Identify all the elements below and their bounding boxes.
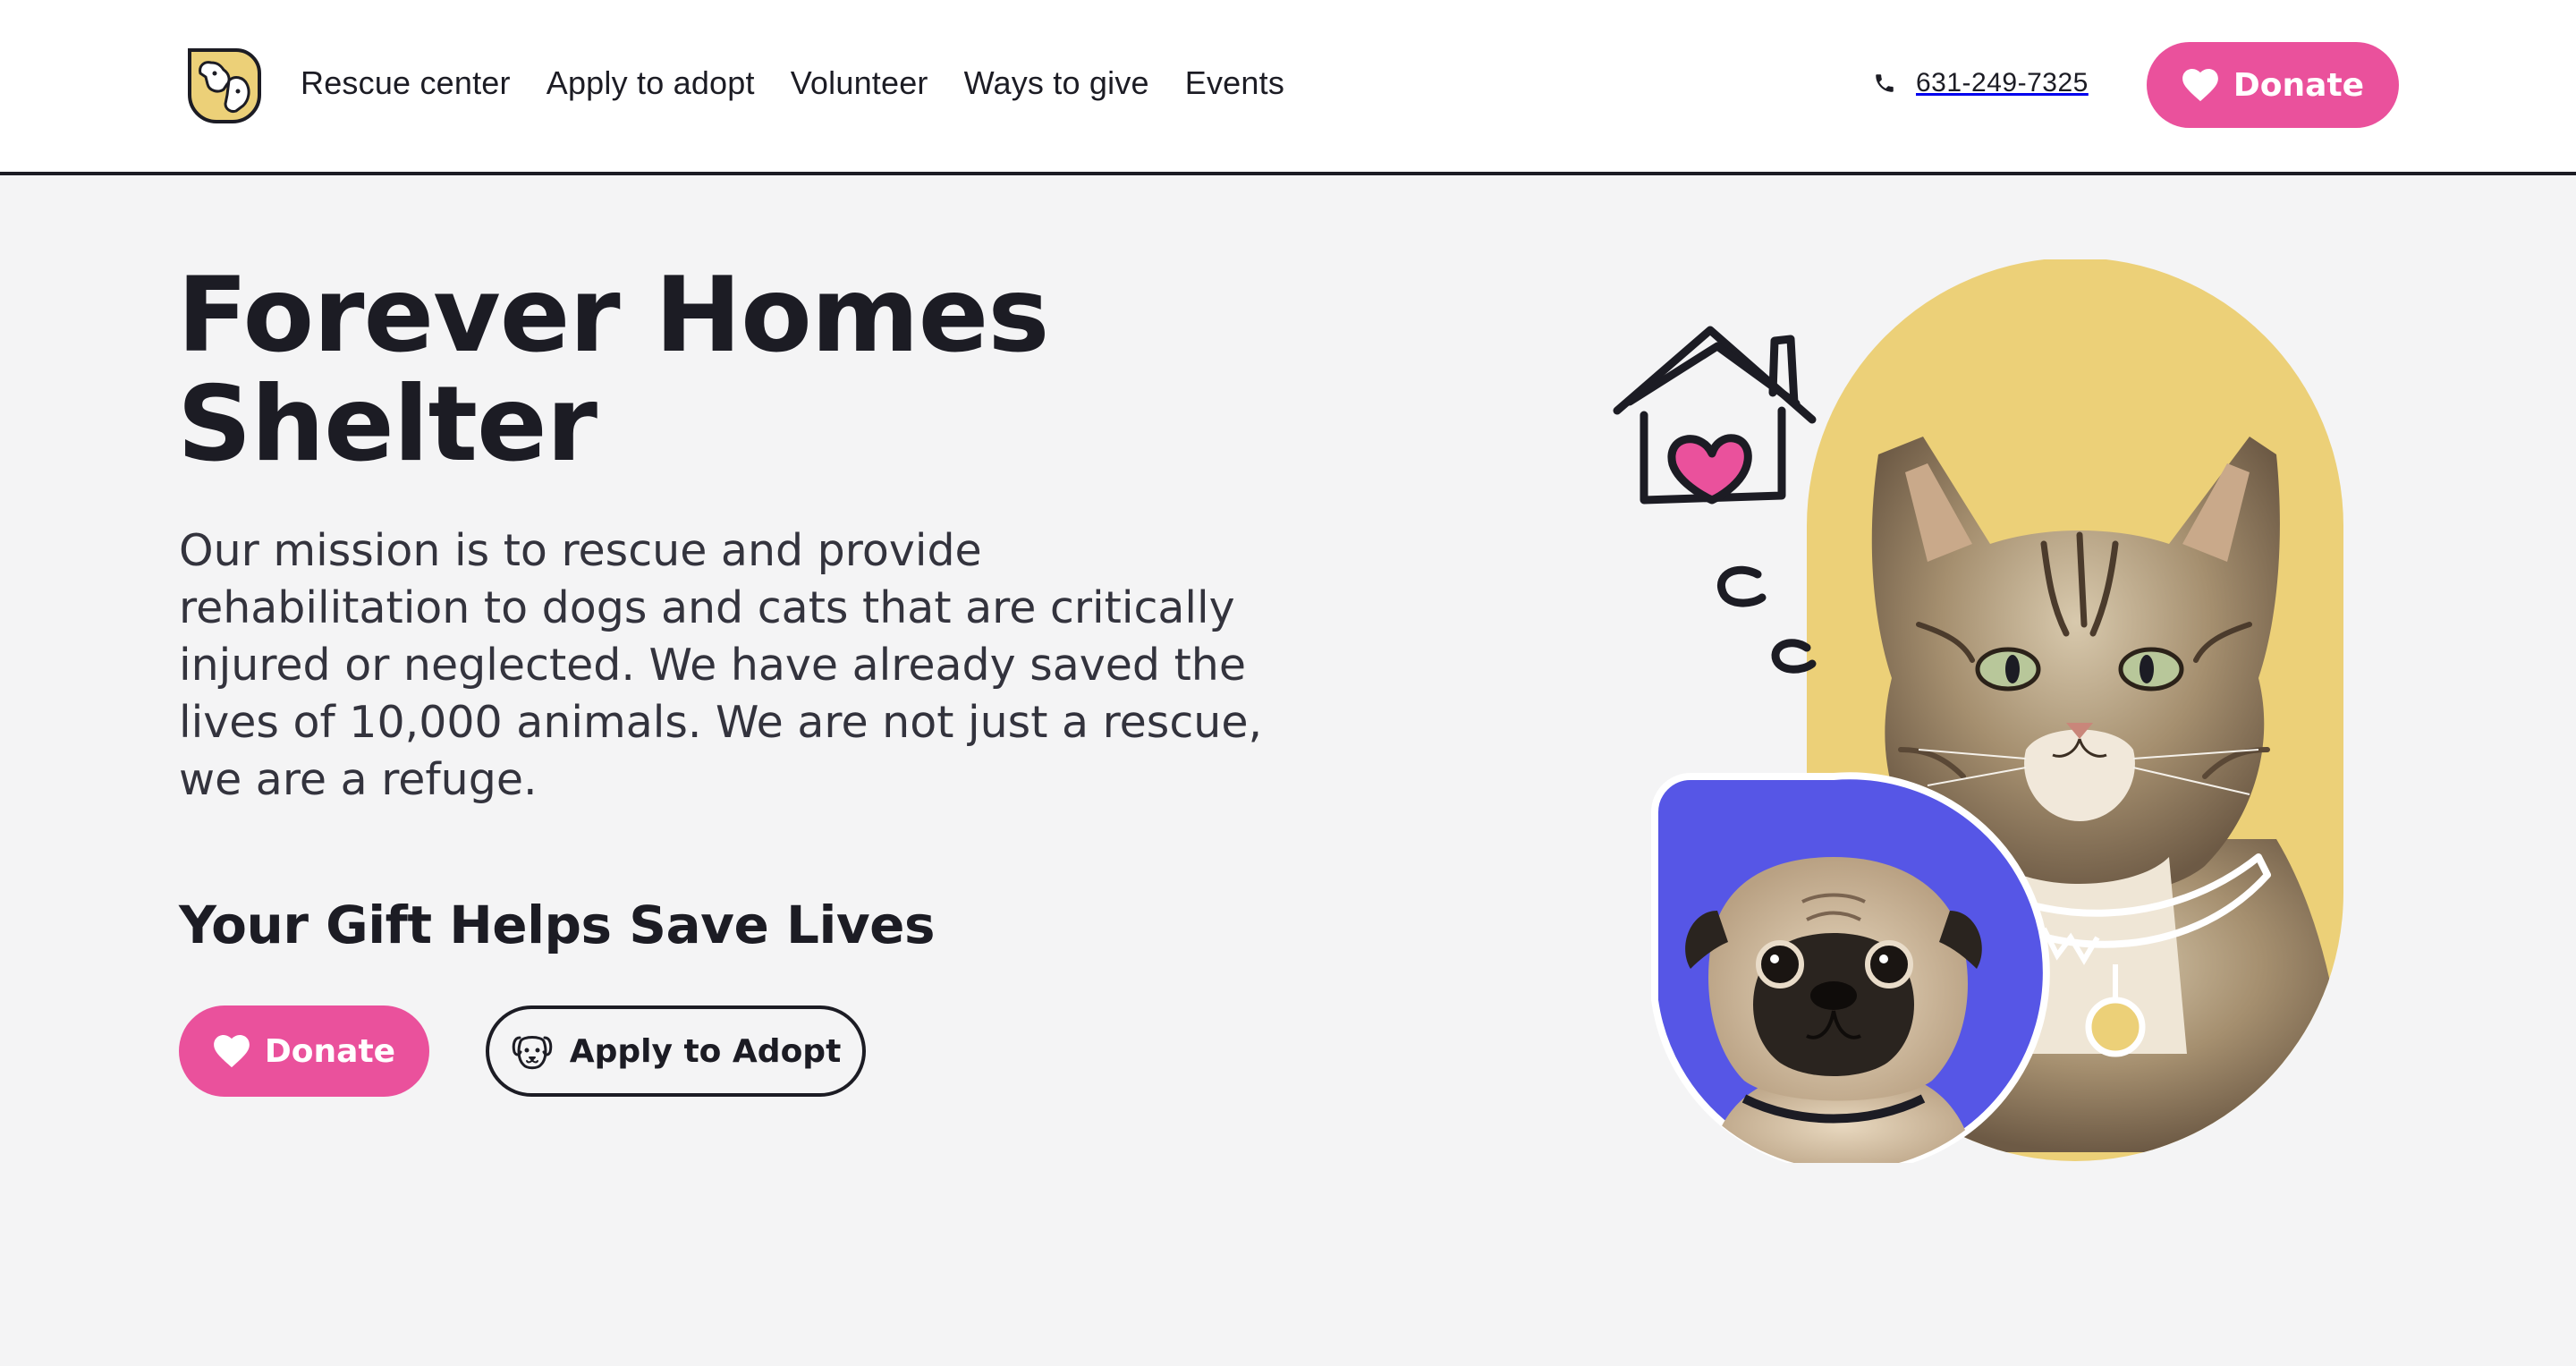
phone-link[interactable]: 631-249-7325 <box>1873 68 2089 98</box>
phone-icon <box>1876 74 1894 92</box>
hero-title-line1: Forever Homes <box>177 255 1049 376</box>
site-header: Rescue center Apply to adopt Volunteer W… <box>0 0 2576 175</box>
hero-title-line2: Shelter <box>177 364 597 485</box>
pug-circle <box>1651 772 2050 1174</box>
site-logo[interactable] <box>184 45 261 123</box>
header-donate-label: Donate <box>2233 66 2365 104</box>
pets-illustration <box>1613 258 2343 1174</box>
gift-heading: Your Gift Helps Save Lives <box>179 895 936 955</box>
nav-ways-to-give[interactable]: Ways to give <box>964 64 1149 102</box>
heart-icon <box>214 1035 250 1068</box>
hero-title: Forever Homes Shelter <box>177 261 1161 479</box>
phone-number: 631-249-7325 <box>1916 68 2089 98</box>
house-heart-icon <box>1613 326 1817 505</box>
dog-face-icon <box>512 1036 552 1070</box>
hero-illustration <box>1592 258 2397 1174</box>
heart-icon <box>2182 69 2218 102</box>
rescue-logo-icon <box>188 48 261 123</box>
nav-events[interactable]: Events <box>1185 64 1284 102</box>
apply-to-adopt-button[interactable]: Apply to Adopt <box>486 1005 866 1097</box>
doodle-marks <box>1716 565 1817 674</box>
hero-donate-label: Donate <box>264 1032 396 1070</box>
hero-donate-button[interactable]: Donate <box>179 1005 429 1097</box>
nav-apply-to-adopt[interactable]: Apply to adopt <box>547 64 755 102</box>
mission-text: Our mission is to rescue and provide reh… <box>179 525 1263 805</box>
header-donate-button[interactable]: Donate <box>2147 42 2399 128</box>
nav-rescue-center[interactable]: Rescue center <box>301 64 511 102</box>
nav-volunteer[interactable]: Volunteer <box>791 64 928 102</box>
adopt-label: Apply to Adopt <box>569 1032 842 1070</box>
main-nav: Rescue center Apply to adopt Volunteer W… <box>301 64 1284 102</box>
